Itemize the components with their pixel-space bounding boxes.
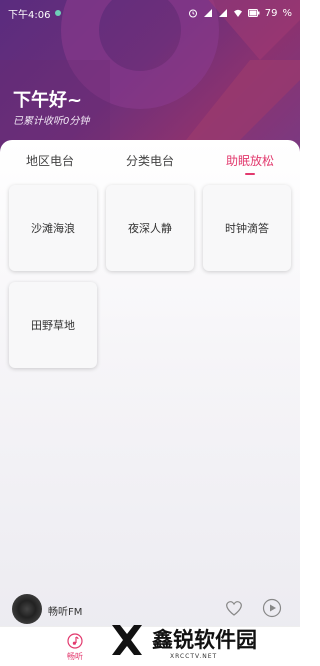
nav-item-label: 畅听 (67, 652, 83, 661)
tab-region[interactable]: 地区电台 (0, 140, 100, 178)
tab-category[interactable]: 分类电台 (100, 140, 200, 178)
watermark-text: 鑫锐软件园 (152, 627, 257, 652)
player-title: 畅听FM (48, 607, 83, 618)
sound-card-label: 田野草地 (31, 319, 75, 332)
app-notification-icon (55, 10, 62, 16)
album-disc[interactable] (12, 594, 42, 624)
sound-card-label: 时钟滴答 (225, 222, 269, 235)
tab-sleep-relax-label: 助眠放松 (225, 154, 274, 168)
status-icons: 79 % (188, 8, 292, 19)
category-tabs: 地区电台 分类电台 助眠放松 (0, 140, 300, 178)
sound-card-label: 夜深人静 (128, 222, 172, 235)
tab-sleep-relax[interactable]: 助眠放松 (200, 140, 300, 178)
play-icon[interactable] (262, 598, 282, 618)
music-note-icon (67, 633, 83, 649)
nav-item-listen[interactable]: 畅听 (60, 633, 90, 662)
content-panel: 地区电台 分类电台 助眠放松 沙滩海浪 夜深人静 时钟滴答 田野草地 (0, 140, 300, 666)
sound-card-field-meadow[interactable]: 田野草地 (9, 282, 97, 368)
greeting-title: 下午好~ (13, 90, 83, 111)
watermark: 鑫锐软件园 XRCCTV.NET (108, 616, 296, 664)
sound-card-label: 沙滩海浪 (31, 222, 75, 235)
listen-duration: 已累计收听0分钟 (13, 116, 90, 127)
tab-category-label: 分类电台 (125, 154, 174, 168)
signal-2-icon (218, 9, 227, 17)
wifi-icon (233, 9, 242, 17)
sound-card-beach-waves[interactable]: 沙滩海浪 (9, 185, 97, 271)
status-bar: 下午4:06 79 % (0, 0, 300, 26)
battery-percent-sign: % (282, 7, 292, 19)
signal-icon (203, 9, 212, 17)
sound-card-clock-ticking[interactable]: 时钟滴答 (203, 185, 291, 271)
header-banner: 下午4:06 79 % 下午好~ 已累计收听0分钟 (0, 0, 300, 160)
alarm-icon (188, 9, 197, 18)
active-tab-indicator (245, 173, 255, 175)
x-logo-icon (112, 625, 142, 655)
tab-region-label: 地区电台 (25, 154, 74, 168)
battery-icon (247, 9, 260, 17)
watermark-subtext: XRCCTV.NET (170, 653, 218, 660)
sound-card-quiet-night[interactable]: 夜深人静 (106, 185, 194, 271)
status-time: 下午4:06 (8, 9, 51, 21)
favorite-heart-icon[interactable] (224, 598, 244, 618)
battery-level: 79 (264, 7, 278, 19)
